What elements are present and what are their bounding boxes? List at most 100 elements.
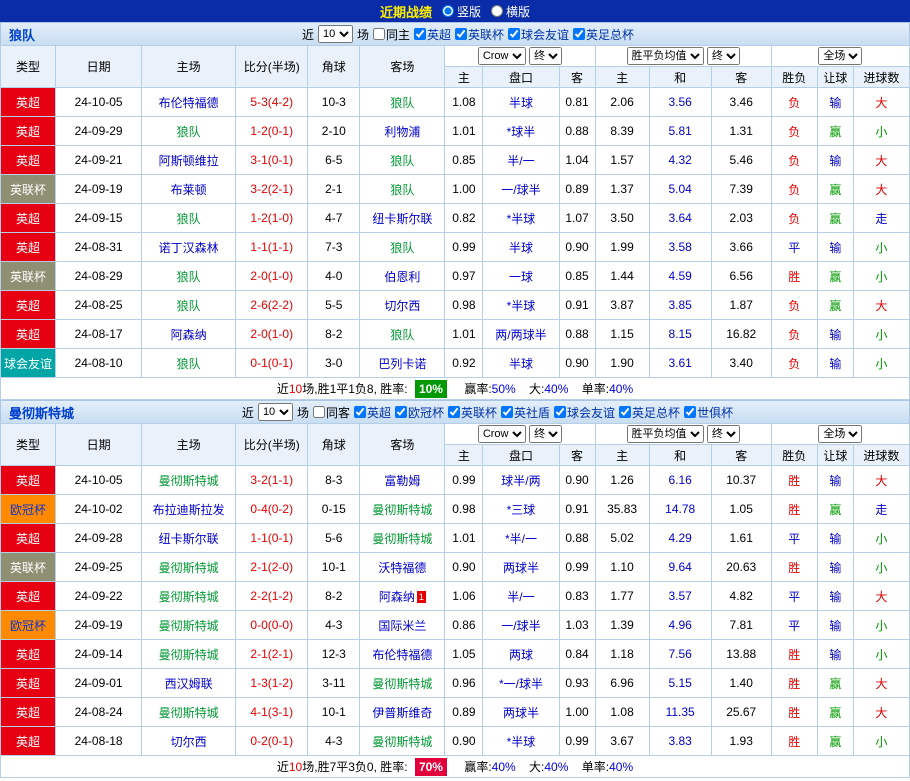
home-team-name[interactable]: 狼队 bbox=[177, 270, 201, 284]
odds-stage-select[interactable]: 终 bbox=[529, 47, 562, 65]
home-team-name[interactable]: 阿斯顿维拉 bbox=[159, 154, 219, 168]
league-filter[interactable]: 球会友谊 bbox=[554, 404, 615, 421]
home-team-name[interactable]: 狼队 bbox=[177, 299, 201, 313]
result: 负 bbox=[771, 88, 817, 117]
league-filter[interactable]: 英足总杯 bbox=[573, 26, 634, 43]
away-team-name[interactable]: 阿森纳 bbox=[379, 590, 415, 604]
avg-stage-select[interactable]: 终 bbox=[707, 47, 740, 65]
league-checkbox[interactable] bbox=[455, 28, 467, 40]
away-team-name[interactable]: 富勒姆 bbox=[384, 474, 420, 488]
league-checkbox[interactable] bbox=[554, 406, 566, 418]
away-team-name[interactable]: 曼彻斯特城 bbox=[372, 503, 432, 517]
away-team-name[interactable]: 狼队 bbox=[390, 154, 414, 168]
league-checkbox[interactable] bbox=[573, 28, 585, 40]
team-name[interactable]: 曼彻斯特城 bbox=[9, 403, 74, 422]
match-count-select[interactable]: 10 bbox=[318, 25, 353, 43]
away-team-name[interactable]: 狼队 bbox=[390, 328, 414, 342]
home-team-name[interactable]: 诺丁汉森林 bbox=[159, 241, 219, 255]
scope-select[interactable]: 全场 bbox=[818, 425, 862, 443]
league-filter[interactable]: 球会友谊 bbox=[508, 26, 569, 43]
same-venue-filter[interactable]: 同客 bbox=[313, 404, 350, 421]
league-checkbox[interactable] bbox=[501, 406, 513, 418]
horizontal-radio[interactable] bbox=[491, 5, 503, 17]
away-team-name[interactable]: 利物浦 bbox=[384, 125, 420, 139]
odds-away: 0.91 bbox=[559, 495, 595, 524]
away-team-name[interactable]: 巴列卡诺 bbox=[378, 357, 426, 371]
same-venue-checkbox[interactable] bbox=[373, 28, 385, 40]
league-checkbox[interactable] bbox=[619, 406, 631, 418]
handicap-result: 赢 bbox=[817, 727, 853, 756]
away-team-name[interactable]: 纽卡斯尔联 bbox=[372, 212, 432, 226]
away-team-name[interactable]: 曼彻斯特城 bbox=[372, 677, 432, 691]
odds-stage-select[interactable]: 终 bbox=[529, 425, 562, 443]
layout-option-horizontal[interactable]: 横版 bbox=[491, 3, 530, 20]
home-team-name[interactable]: 曼彻斯特城 bbox=[159, 706, 219, 720]
away-team-name[interactable]: 曼彻斯特城 bbox=[372, 735, 432, 749]
home-team-name[interactable]: 狼队 bbox=[177, 357, 201, 371]
league-filter[interactable]: 世俱杯 bbox=[684, 404, 733, 421]
away-team-name[interactable]: 狼队 bbox=[390, 96, 414, 110]
team-name[interactable]: 狼队 bbox=[9, 25, 35, 44]
home-team-name[interactable]: 曼彻斯特城 bbox=[159, 619, 219, 633]
league-type-badge: 英超 bbox=[1, 698, 56, 727]
league-filter[interactable]: 英超 bbox=[414, 26, 451, 43]
league-filter[interactable]: 英足总杯 bbox=[619, 404, 680, 421]
away-team-name[interactable]: 伊普斯维奇 bbox=[372, 706, 432, 720]
away-team: 狼队 bbox=[360, 88, 445, 117]
away-team-name[interactable]: 曼彻斯特城 bbox=[372, 532, 432, 546]
league-checkbox[interactable] bbox=[508, 28, 520, 40]
home-team-name[interactable]: 曼彻斯特城 bbox=[159, 590, 219, 604]
away-team-name[interactable]: 狼队 bbox=[390, 241, 414, 255]
away-team-name[interactable]: 布伦特福德 bbox=[372, 648, 432, 662]
home-team-name[interactable]: 切尔西 bbox=[171, 735, 207, 749]
page-title: 近期战绩 bbox=[380, 2, 432, 21]
league-filter[interactable]: 英联杯 bbox=[455, 26, 504, 43]
matches-label: 场 bbox=[297, 404, 309, 421]
league-checkbox[interactable] bbox=[448, 406, 460, 418]
home-team-name[interactable]: 狼队 bbox=[177, 125, 201, 139]
scope-select[interactable]: 全场 bbox=[818, 47, 862, 65]
away-team-name[interactable]: 狼队 bbox=[390, 183, 414, 197]
home-team-name[interactable]: 曼彻斯特城 bbox=[159, 561, 219, 575]
score: 1-2(1-0) bbox=[236, 204, 308, 233]
league-checkbox[interactable] bbox=[395, 406, 407, 418]
same-venue-filter[interactable]: 同主 bbox=[373, 26, 410, 43]
avg-draw: 9.64 bbox=[649, 553, 711, 582]
home-team-name[interactable]: 曼彻斯特城 bbox=[159, 648, 219, 662]
league-filter[interactable]: 英联杯 bbox=[448, 404, 497, 421]
avg-stage-select[interactable]: 终 bbox=[707, 425, 740, 443]
avg-type-select[interactable]: 胜平负均值 bbox=[627, 47, 704, 65]
league-filter[interactable]: 英社盾 bbox=[501, 404, 550, 421]
matches-table-1: 类型 日期 主场 比分(半场) 角球 客场 Crow 终 胜平负均值 终 全场 … bbox=[0, 45, 910, 400]
away-team-name[interactable]: 切尔西 bbox=[384, 299, 420, 313]
league-checkbox[interactable] bbox=[354, 406, 366, 418]
league-checkbox[interactable] bbox=[414, 28, 426, 40]
home-team-name[interactable]: 布莱顿 bbox=[171, 183, 207, 197]
home-team-name[interactable]: 西汉姆联 bbox=[165, 677, 213, 691]
away-team-name[interactable]: 伯恩利 bbox=[384, 270, 420, 284]
avg-type-select[interactable]: 胜平负均值 bbox=[627, 425, 704, 443]
result: 负 bbox=[771, 204, 817, 233]
away-team: 伯恩利 bbox=[360, 262, 445, 291]
home-team-name[interactable]: 布拉迪斯拉发 bbox=[153, 503, 225, 517]
league-checkbox[interactable] bbox=[684, 406, 696, 418]
away-team-name[interactable]: 沃特福德 bbox=[378, 561, 426, 575]
home-team-name[interactable]: 狼队 bbox=[177, 212, 201, 226]
match-date: 24-09-01 bbox=[56, 669, 142, 698]
home-team-name[interactable]: 曼彻斯特城 bbox=[159, 474, 219, 488]
match-count-select[interactable]: 10 bbox=[258, 403, 293, 421]
vertical-radio[interactable] bbox=[442, 5, 454, 17]
home-team-name[interactable]: 纽卡斯尔联 bbox=[159, 532, 219, 546]
bookmaker-select[interactable]: Crow bbox=[478, 47, 526, 65]
col-header-home: 主场 bbox=[142, 424, 236, 466]
same-venue-checkbox[interactable] bbox=[313, 406, 325, 418]
league-filter[interactable]: 欧冠杯 bbox=[395, 404, 444, 421]
col-header-away: 客场 bbox=[360, 424, 445, 466]
away-team-name[interactable]: 国际米兰 bbox=[378, 619, 426, 633]
bookmaker-select[interactable]: Crow bbox=[478, 425, 526, 443]
league-filter[interactable]: 英超 bbox=[354, 404, 391, 421]
layout-option-vertical[interactable]: 竖版 bbox=[442, 3, 481, 20]
goals-result: 大 bbox=[853, 88, 909, 117]
home-team-name[interactable]: 布伦特福德 bbox=[159, 96, 219, 110]
home-team-name[interactable]: 阿森纳 bbox=[171, 328, 207, 342]
